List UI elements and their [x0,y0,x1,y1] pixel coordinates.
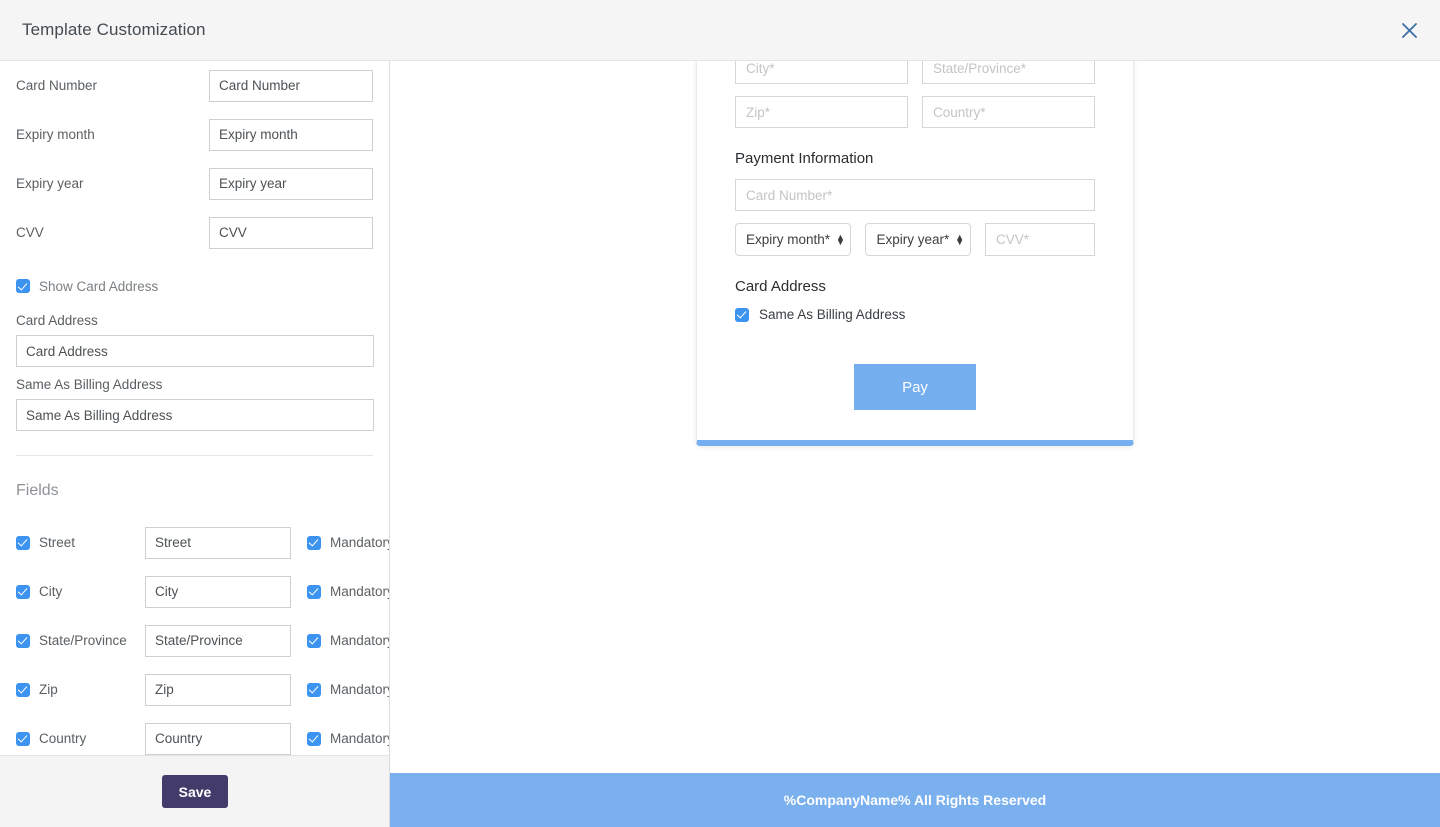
cvv-label-input[interactable] [209,217,373,249]
row-label: CVV [16,225,209,240]
editor-footer: Save [0,755,390,827]
fields-section-title: Fields [16,482,373,500]
street-enabled-checkbox[interactable] [16,536,30,550]
preview-country-input[interactable] [922,96,1095,128]
field-row-country: Country Mandatory [16,714,373,755]
preview-state-input[interactable] [922,61,1095,84]
preview-city-state-row [735,61,1095,84]
zip-mandatory-checkbox[interactable] [307,683,321,697]
close-icon[interactable] [1394,15,1424,45]
preview-expiry-year-select[interactable]: Expiry year* ▲▼ [865,223,971,256]
editor-row-card-number: Card Number [16,61,373,110]
mandatory-label: Mandatory [330,731,389,746]
state-mandatory-checkbox[interactable] [307,634,321,648]
zip-mandatory-group[interactable]: Mandatory [307,682,389,697]
preview-same-as-billing-checkbox[interactable] [735,308,749,322]
city-enabled-checkbox[interactable] [16,585,30,599]
street-label-input[interactable] [145,527,291,559]
row-label: Expiry year [16,176,209,191]
zip-enabled-checkbox[interactable] [16,683,30,697]
field-row-city: City Mandatory [16,567,373,616]
state-enabled-checkbox[interactable] [16,634,30,648]
country-mandatory-checkbox[interactable] [307,732,321,746]
city-label-input[interactable] [145,576,291,608]
preview-cvv-input[interactable] [985,223,1095,256]
editor-row-expiry-month: Expiry month [16,110,373,159]
preview-zip-input[interactable] [735,96,908,128]
card-address-label: Card Address [16,313,373,328]
checkout-preview-card: Billing Address Payment Information Expi… [696,61,1134,446]
field-name-label: City [39,584,145,599]
preview-city-input[interactable] [735,61,908,84]
show-card-address-checkbox[interactable] [16,279,30,293]
country-label-input[interactable] [145,723,291,755]
preview-site-footer: %CompanyName% All Rights Reserved [390,773,1440,827]
preview-pay-row: Pay [735,364,1095,410]
city-mandatory-group[interactable]: Mandatory [307,584,389,599]
chevron-updown-icon: ▲▼ [955,235,964,245]
show-card-address-label: Show Card Address [39,279,158,294]
state-mandatory-group[interactable]: Mandatory [307,633,389,648]
section-divider [16,455,373,456]
editor-row-expiry-year: Expiry year [16,159,373,208]
field-row-zip: Zip Mandatory [16,665,373,714]
field-name-label: Street [39,535,145,550]
expiry-year-label-input[interactable] [209,168,373,200]
expiry-year-text: Expiry year* [876,232,949,247]
footer-copyright-text: %CompanyName% All Rights Reserved [784,792,1046,808]
mandatory-label: Mandatory [330,682,389,697]
chevron-updown-icon: ▲▼ [836,235,845,245]
same-as-billing-input[interactable] [16,399,374,431]
expiry-month-text: Expiry month* [746,232,830,247]
editor-panel: Card Number Expiry month Expiry year CVV… [0,61,390,827]
field-name-label: State/Province [39,633,145,648]
page-title: Template Customization [22,20,206,40]
preview-expiry-month-select[interactable]: Expiry month* ▲▼ [735,223,851,256]
modal-header: Template Customization [0,0,1440,61]
field-name-label: Zip [39,682,145,697]
street-mandatory-checkbox[interactable] [307,536,321,550]
preview-card-number-row [735,179,1095,211]
editor-row-cvv: CVV [16,208,373,257]
card-number-label-input[interactable] [209,70,373,102]
row-label: Expiry month [16,127,209,142]
editor-scroll-region: Card Number Expiry month Expiry year CVV… [0,61,389,755]
mandatory-label: Mandatory [330,633,389,648]
preview-expiry-row: Expiry month* ▲▼ Expiry year* ▲▼ [735,223,1095,256]
country-enabled-checkbox[interactable] [16,732,30,746]
street-mandatory-group[interactable]: Mandatory [307,535,389,550]
preview-payment-heading: Payment Information [735,150,1095,167]
state-label-input[interactable] [145,625,291,657]
preview-zip-country-row [735,96,1095,128]
country-mandatory-group[interactable]: Mandatory [307,731,389,746]
preview-same-as-billing-row[interactable]: Same As Billing Address [735,307,1095,322]
template-customization-modal: Template Customization Card Number Expir… [0,0,1440,827]
field-row-street: Street Mandatory [16,518,373,567]
card-address-input[interactable] [16,335,374,367]
preview-same-as-billing-label: Same As Billing Address [759,307,905,322]
field-name-label: Country [39,731,145,746]
row-label: Card Number [16,78,209,93]
city-mandatory-checkbox[interactable] [307,585,321,599]
expiry-month-label-input[interactable] [209,119,373,151]
zip-label-input[interactable] [145,674,291,706]
preview-card-number-input[interactable] [735,179,1095,211]
preview-card-address-heading: Card Address [735,278,1095,295]
mandatory-label: Mandatory [330,535,389,550]
pay-button[interactable]: Pay [854,364,976,410]
save-button[interactable]: Save [162,775,229,808]
same-as-billing-label: Same As Billing Address [16,377,373,392]
mandatory-label: Mandatory [330,584,389,599]
show-card-address-row[interactable]: Show Card Address [16,269,373,303]
field-row-state: State/Province Mandatory [16,616,373,665]
preview-area: Billing Address Payment Information Expi… [390,61,1440,827]
